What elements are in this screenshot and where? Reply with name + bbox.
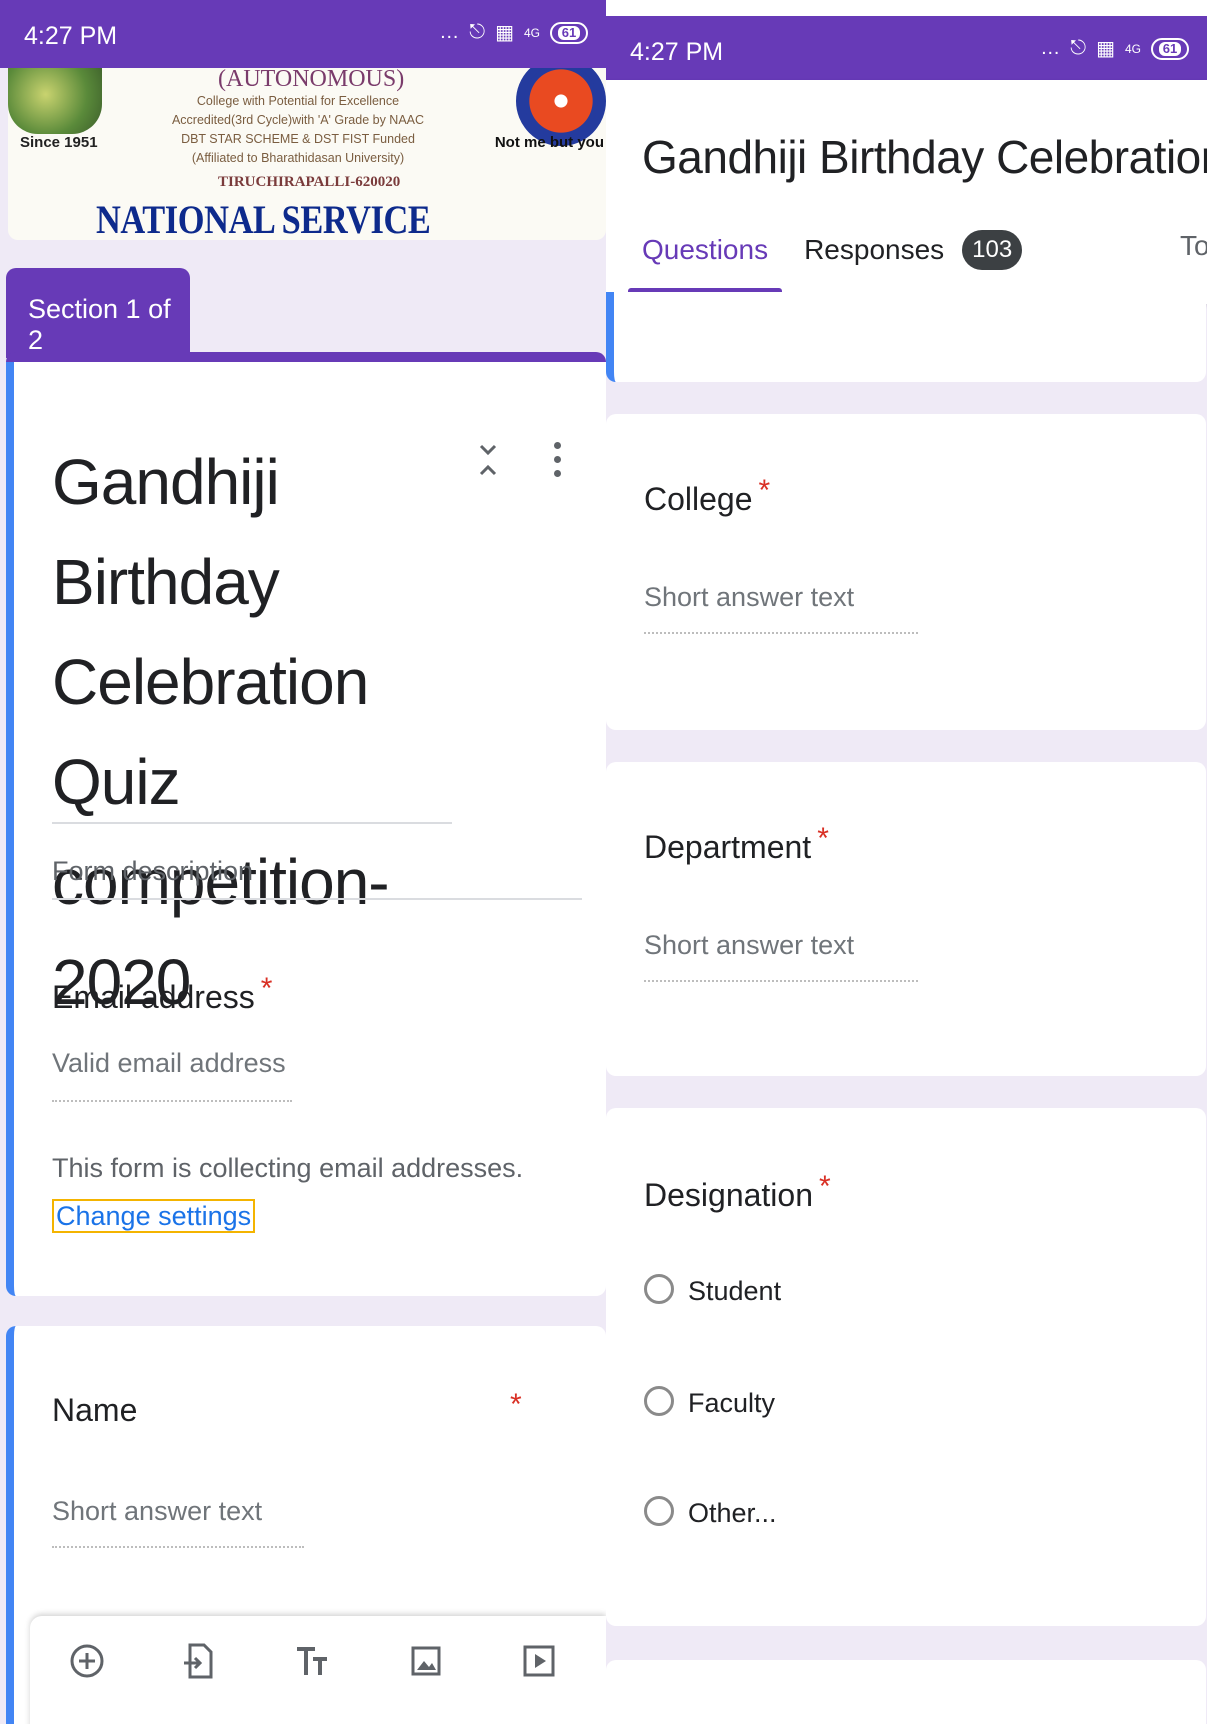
tab-questions[interactable]: Questions [627, 234, 783, 294]
name-question-label: Name [52, 1392, 138, 1428]
form-header: Gandhiji Birthday Celebration Quiz co Qu… [606, 80, 1207, 304]
department-field-underline [644, 980, 918, 982]
tab-responses[interactable]: Responses [804, 234, 944, 266]
email-collection-notice: This form is collecting email addresses.… [52, 1153, 524, 1233]
bottom-toolbar [30, 1616, 606, 1724]
college-crest-logo [8, 68, 102, 134]
required-asterisk: * [260, 972, 273, 1005]
required-asterisk: * [510, 1388, 522, 1421]
status-icons: … ⎋ ▦ 4G 61 [439, 20, 588, 45]
college-field-underline [644, 632, 918, 634]
left-screenshot: 4:27 PM … ⎋ ▦ 4G 61 Since 1951 (AUTONOMO… [0, 0, 606, 1724]
name-field: Short answer text [52, 1496, 263, 1526]
tab-total[interactable]: Tot [1180, 230, 1207, 262]
signal-icon: ▦ [1096, 38, 1115, 60]
banner-city: TIRUCHIRAPALLI-620020 [218, 174, 401, 190]
add-video-icon[interactable] [519, 1641, 559, 1681]
banner-motto: Not me but you [494, 134, 604, 151]
right-screenshot: 4:27 PM … ⎋ ▦ 4G 61 Gandhiji Birthday Ce… [606, 0, 1207, 1724]
status-bar: 4:27 PM … ⎋ ▦ 4G 61 [606, 16, 1207, 84]
banner-line: Accredited(3rd Cycle)with 'A' Grade by N… [171, 113, 425, 127]
change-settings-link[interactable]: Change settings [52, 1199, 256, 1233]
banner-lines: College with Potential for Excellence Ac… [158, 92, 438, 168]
option-other-label: Other... [688, 1498, 777, 1528]
tab-bar: Questions Responses 103 [627, 230, 1023, 294]
more-dots-icon: … [439, 21, 460, 43]
required-asterisk: * [819, 1170, 831, 1203]
status-time: 4:27 PM [630, 38, 724, 66]
college-question-label: College * [644, 474, 771, 517]
header-banner-image: Since 1951 (AUTONOMOUS) College with Pot… [8, 68, 606, 240]
department-question-card[interactable]: Department * Short answer text [606, 762, 1206, 1076]
email-field-underline [52, 1100, 292, 1102]
banner-since: Since 1951 [20, 134, 98, 151]
radio-faculty[interactable] [644, 1386, 674, 1416]
more-dots-icon: … [1040, 37, 1061, 59]
network-type: 4G [523, 25, 540, 40]
form-description-input[interactable]: Form description [52, 856, 253, 887]
college-question-card[interactable]: College * Short answer text [606, 414, 1206, 730]
banner-autonomous: (AUTONOMOUS) [218, 68, 405, 92]
status-time: 4:27 PM [24, 22, 118, 50]
add-image-icon[interactable] [406, 1641, 446, 1681]
option-student-label: Student [688, 1276, 782, 1306]
form-title[interactable]: Gandhiji Birthday Celebration Quiz compe… [52, 432, 432, 1032]
designation-question-card[interactable]: Designation * Student Faculty Other... [606, 1108, 1206, 1626]
headphone-icon: ⎋ [469, 21, 486, 43]
battery-icon: 61 [550, 21, 588, 44]
top-gap [606, 0, 1207, 16]
radio-other[interactable] [644, 1496, 674, 1526]
required-asterisk: * [817, 822, 829, 855]
form-header-title: Gandhiji Birthday Celebration Quiz co [642, 131, 1207, 183]
signal-icon: ▦ [495, 22, 514, 44]
description-underline [52, 898, 582, 900]
banner-line: DBT STAR SCHEME & DST FIST Funded [181, 132, 415, 146]
status-icons: … ⎋ ▦ 4G 61 [1040, 36, 1189, 61]
department-question-label: Department * [644, 822, 829, 865]
responses-count-badge: 103 [962, 230, 1023, 270]
section-label: Section 1 of 2 [6, 268, 190, 358]
email-field: Valid email address [52, 1048, 286, 1078]
radio-student[interactable] [644, 1274, 674, 1304]
collapse-icon[interactable] [476, 440, 500, 480]
name-field-underline [52, 1546, 304, 1548]
email-question-label: Email address * [52, 972, 273, 1015]
previous-card-bottom [606, 292, 1206, 382]
add-question-icon[interactable] [67, 1641, 107, 1681]
required-asterisk: * [758, 474, 771, 507]
title-underline [52, 822, 452, 824]
banner-line: College with Potential for Excellence [196, 94, 400, 108]
headphone-icon: ⎋ [1070, 37, 1087, 59]
college-field: Short answer text [644, 582, 855, 612]
next-question-card[interactable] [606, 1660, 1206, 1724]
form-title-card[interactable]: Gandhiji Birthday Celebration Quiz compe… [6, 362, 606, 1296]
option-faculty-label: Faculty [688, 1388, 776, 1418]
add-title-icon[interactable] [293, 1641, 333, 1681]
more-options-icon[interactable] [554, 442, 562, 482]
status-bar: 4:27 PM … ⎋ ▦ 4G 61 [0, 0, 606, 68]
import-questions-icon[interactable] [180, 1641, 220, 1681]
designation-question-label: Designation * [644, 1170, 831, 1213]
department-field: Short answer text [644, 930, 855, 960]
banner-scheme: NATIONAL SERVICE SCHEME [96, 197, 431, 240]
battery-icon: 61 [1151, 37, 1189, 60]
network-type: 4G [1124, 41, 1141, 56]
banner-line: (Affiliated to Bharathidasan University) [191, 151, 405, 165]
